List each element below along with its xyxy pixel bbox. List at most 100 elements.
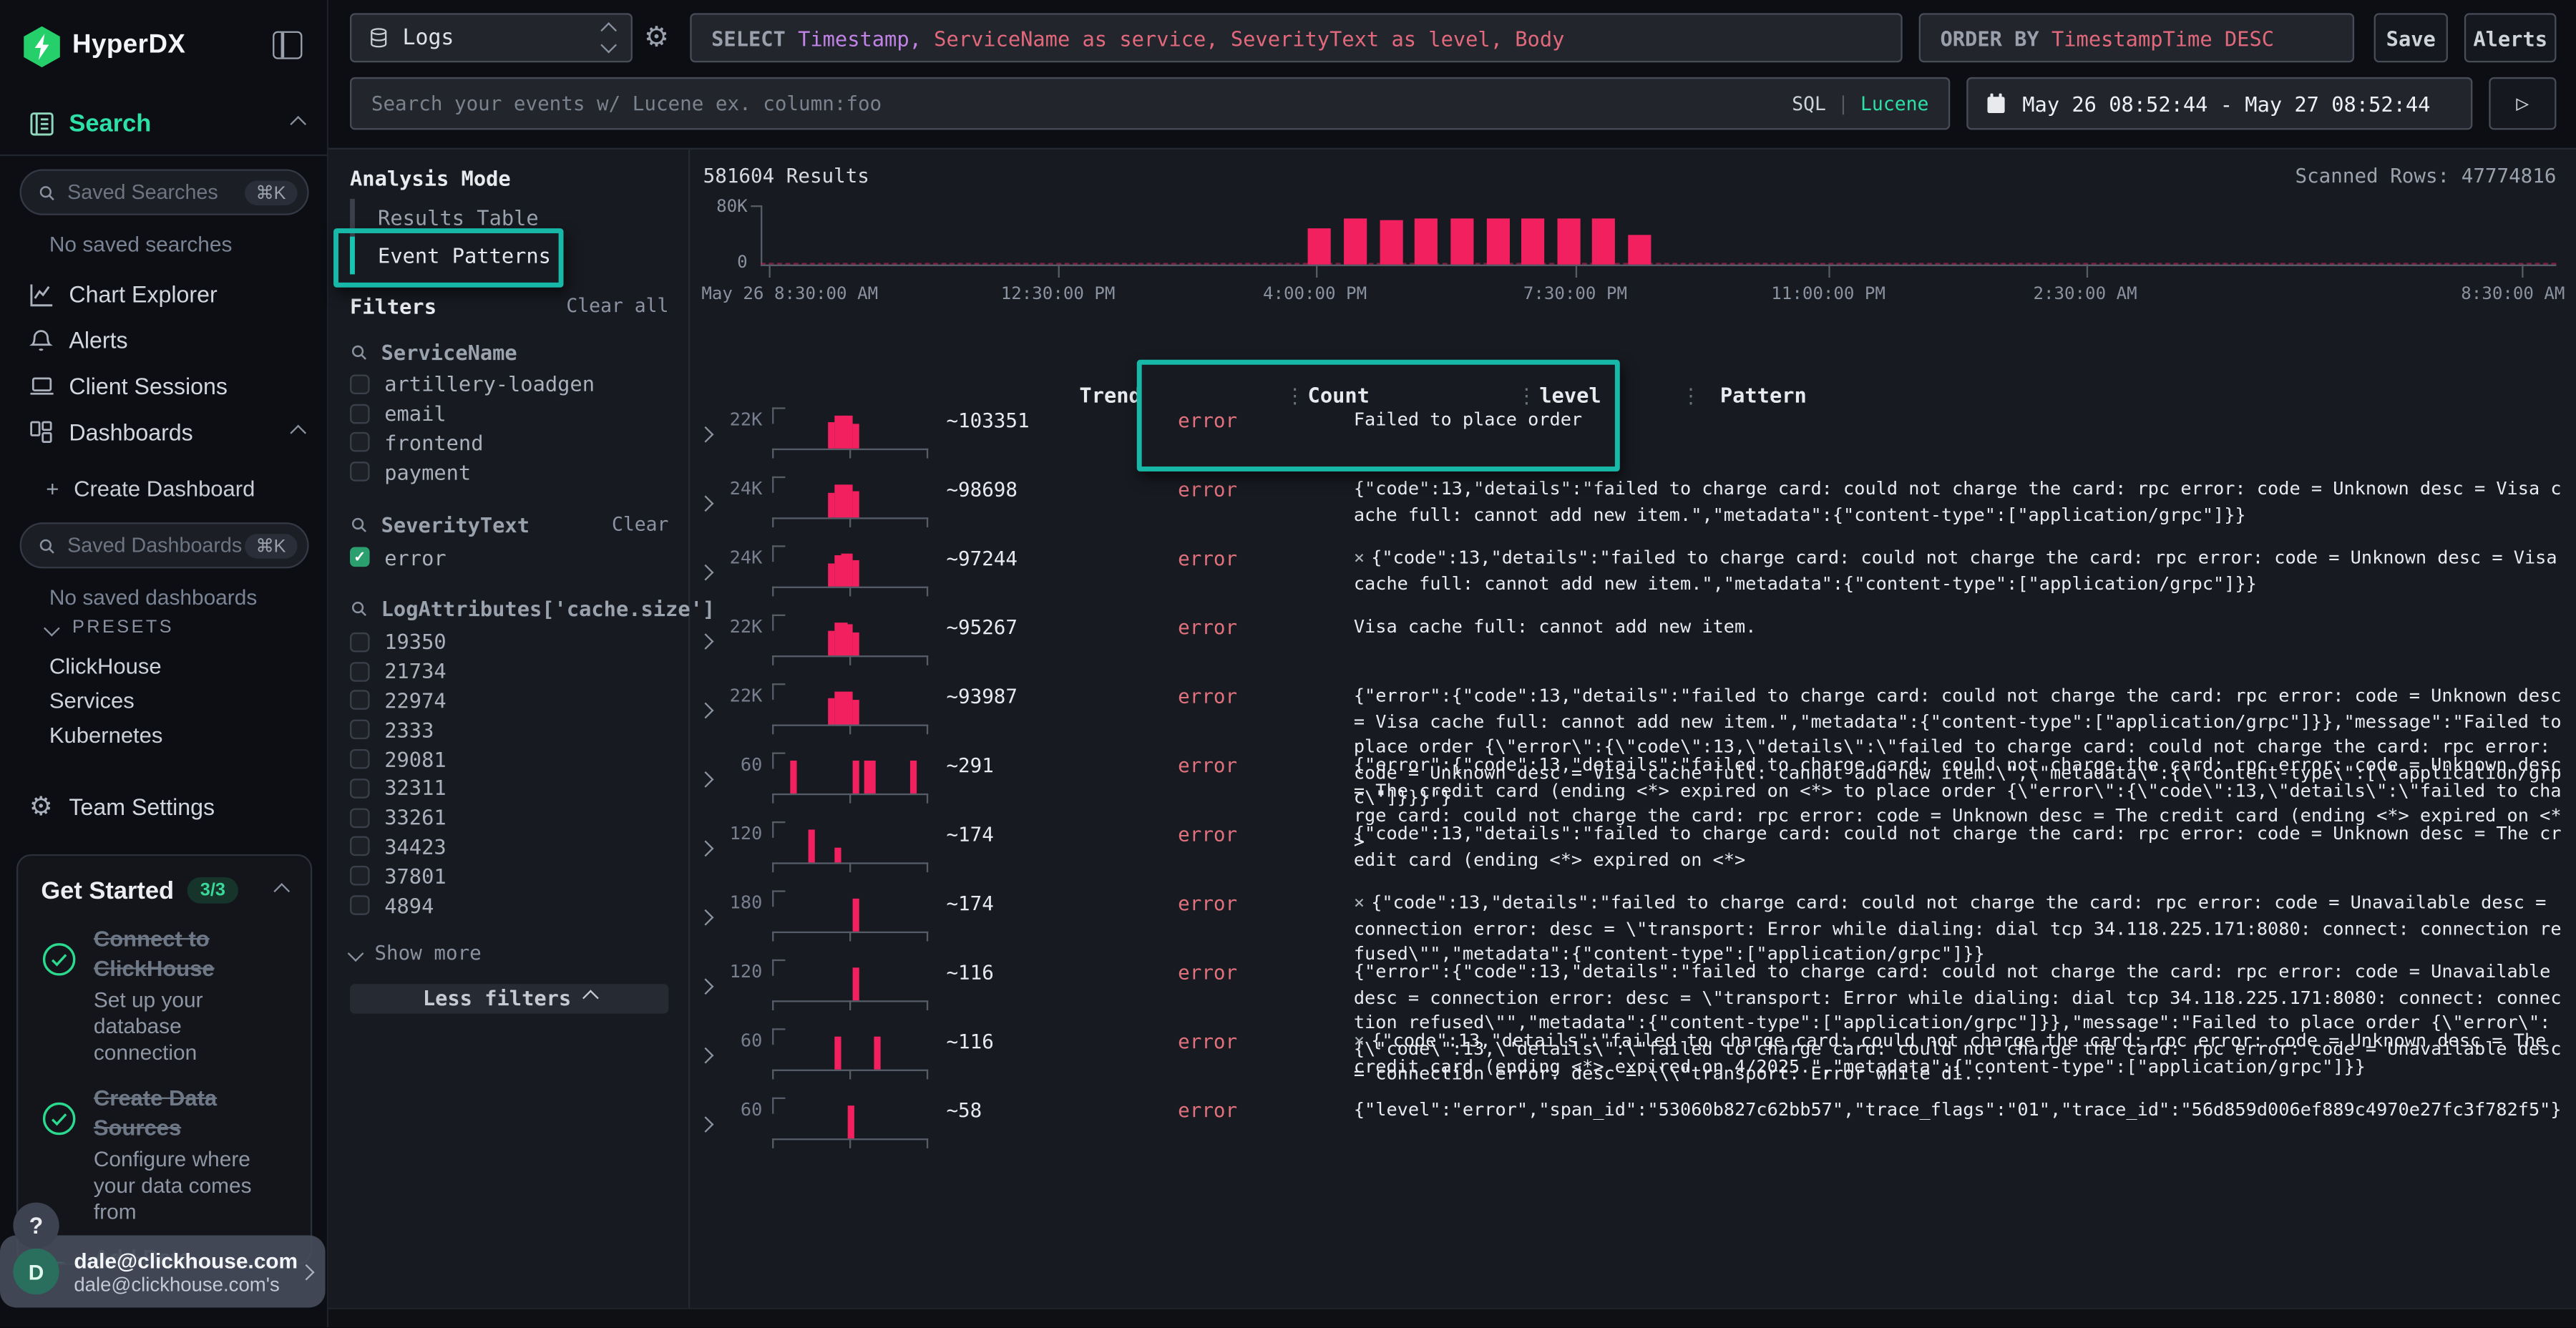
pattern-text[interactable]: {"code":13,"details":"failed to charge c… [1354, 477, 2563, 527]
filter-option[interactable]: 29081 [350, 744, 668, 773]
sql-select-input[interactable]: SELECT Timestamp, ServiceName as service… [690, 13, 1902, 62]
filter-option[interactable]: ✓error [350, 542, 668, 572]
table-row[interactable]: 22K~93987error{"error":{"code":13,"detai… [690, 678, 2576, 747]
alerts-button[interactable]: Alerts [2464, 13, 2557, 62]
filter-option[interactable]: 19350 [350, 628, 668, 657]
checkbox[interactable] [350, 404, 370, 424]
table-row[interactable]: 120~174error{"code":13,"details":"failed… [690, 816, 2576, 885]
table-row[interactable]: 24K~98698error{"code":13,"details":"fail… [690, 472, 2576, 540]
presets-toggle[interactable]: PRESETS [46, 617, 174, 638]
clear-all-filters-button[interactable]: Clear all [566, 294, 668, 318]
get-started-header[interactable]: Get Started 3/3 [41, 876, 287, 905]
histogram-bar[interactable] [1380, 220, 1402, 264]
filter-option[interactable]: email [350, 399, 668, 428]
search-icon[interactable] [350, 343, 368, 361]
histogram-bar[interactable] [1593, 219, 1616, 265]
show-more-button[interactable]: Show more [350, 939, 668, 967]
sidebar-item-search[interactable]: Search [0, 102, 327, 145]
histogram-bar[interactable] [1344, 219, 1367, 265]
checkbox[interactable] [350, 866, 370, 887]
table-row[interactable]: 60~116error×{"code":13,"details":"failed… [690, 1023, 2576, 1092]
filter-option[interactable]: frontend [350, 428, 668, 457]
checkbox[interactable] [350, 895, 370, 915]
preset-services[interactable]: Services [49, 688, 135, 713]
table-row[interactable]: 180~174error×{"code":13,"details":"faile… [690, 886, 2576, 954]
order-by-input[interactable]: ORDER BY TimestampTime DESC [1919, 13, 2354, 62]
filter-option[interactable]: payment [350, 457, 668, 487]
checkbox[interactable] [350, 808, 370, 828]
lucene-toggle[interactable]: Lucene [1860, 92, 1928, 115]
checkbox[interactable] [350, 778, 370, 799]
histogram-bar[interactable] [1486, 218, 1509, 265]
checkbox[interactable] [350, 749, 370, 769]
filter-option[interactable]: 4894 [350, 891, 668, 920]
create-dashboard-button[interactable]: +Create Dashboard [46, 477, 255, 501]
histogram-bar[interactable] [1415, 219, 1438, 265]
filter-option[interactable]: 33261 [350, 803, 668, 832]
table-row[interactable]: 24K~97244error×{"code":13,"details":"fai… [690, 540, 2576, 609]
histogram-bar[interactable] [1557, 218, 1580, 265]
chevron-up-icon[interactable] [293, 417, 304, 446]
checkbox[interactable] [350, 837, 370, 857]
checkbox[interactable] [350, 720, 370, 740]
pattern-text[interactable]: ×{"code":13,"details":"failed to charge … [1354, 1028, 2563, 1079]
help-button[interactable]: ? [13, 1203, 59, 1249]
source-select[interactable]: Logs [350, 13, 633, 62]
filter-option[interactable]: 34423 [350, 832, 668, 861]
preset-clickhouse[interactable]: ClickHouse [49, 654, 162, 678]
checkbox[interactable] [350, 374, 370, 394]
pattern-text[interactable]: ×{"code":13,"details":"failed to charge … [1354, 545, 2563, 596]
filter-option[interactable]: artillery-loadgen [350, 370, 668, 399]
sidebar-item-alerts[interactable]: Alerts [0, 318, 327, 361]
checkbox[interactable] [350, 690, 370, 711]
checkbox[interactable] [350, 462, 370, 482]
filter-option[interactable]: 2333 [350, 716, 668, 745]
run-query-button[interactable]: ▷ [2489, 77, 2556, 130]
checkbox[interactable] [350, 633, 370, 653]
event-search-input[interactable]: Search your events w/ Lucene ex. column:… [350, 77, 1950, 130]
table-row[interactable]: 22K~95267errorVisa cache full: cannot ad… [690, 610, 2576, 678]
histogram-bar[interactable] [1308, 229, 1331, 265]
histogram-bar[interactable] [1521, 219, 1544, 265]
clear-group-button[interactable]: Clear [612, 513, 668, 536]
source-settings-gear-icon[interactable]: ⚙ [644, 21, 669, 54]
user-menu[interactable]: D dale@clickhouse.com dale@clickhouse.co… [0, 1236, 326, 1308]
table-row[interactable]: 22K~103351errorFailed to place order [690, 403, 2576, 472]
get-started-item[interactable]: Connect to ClickHouse Set up your databa… [41, 925, 287, 1066]
chevron-up-icon[interactable] [276, 876, 288, 905]
chevron-up-icon[interactable] [293, 109, 304, 138]
mode-results-table[interactable]: Results Table [350, 199, 645, 237]
checkbox[interactable] [350, 433, 370, 453]
histogram-bar[interactable] [1450, 219, 1473, 265]
filter-option[interactable]: 37801 [350, 861, 668, 891]
filter-option[interactable]: 32311 [350, 773, 668, 803]
pattern-text[interactable]: Failed to place order [1354, 407, 2563, 433]
save-button[interactable]: Save [2374, 13, 2448, 62]
checkbox-checked[interactable]: ✓ [350, 547, 370, 567]
search-icon[interactable] [350, 600, 368, 618]
sql-toggle[interactable]: SQL [1792, 92, 1826, 115]
histogram-bar[interactable] [1629, 234, 1652, 264]
checkbox[interactable] [350, 662, 370, 682]
collapse-sidebar-icon[interactable] [273, 31, 302, 59]
filter-option[interactable]: 22974 [350, 686, 668, 716]
saved-dashboards-input[interactable]: Saved Dashboards ⌘K [20, 522, 309, 568]
bottom-scroll-track[interactable] [328, 1308, 2576, 1328]
table-row[interactable]: 60~291error{"error":{"code":13,"details"… [690, 748, 2576, 816]
preset-kubernetes[interactable]: Kubernetes [49, 723, 163, 747]
mode-event-patterns[interactable]: Event Patterns [350, 237, 645, 275]
filter-option[interactable]: 21734 [350, 657, 668, 686]
get-started-item[interactable]: Create Data Sources Configure where your… [41, 1084, 287, 1225]
sidebar-item-team-settings[interactable]: ⚙ Team Settings [0, 785, 327, 828]
pattern-text[interactable]: Visa cache full: cannot add new item. [1354, 615, 2563, 640]
sidebar-item-client-sessions[interactable]: Client Sessions [0, 365, 327, 408]
pattern-text[interactable]: {"level":"error","span_id":"53060b827c62… [1354, 1098, 2563, 1123]
date-range-picker[interactable]: May 26 08:52:44 - May 27 08:52:44 [1966, 77, 2472, 130]
sidebar-item-dashboards[interactable]: Dashboards [0, 411, 327, 454]
table-row[interactable]: 60~58error{"level":"error","span_id":"53… [690, 1093, 2576, 1161]
search-icon[interactable] [350, 515, 368, 533]
sidebar-item-chart-explorer[interactable]: Chart Explorer [0, 273, 327, 316]
pattern-text[interactable]: {"code":13,"details":"failed to charge c… [1354, 821, 2563, 872]
less-filters-button[interactable]: Less filters [350, 984, 668, 1013]
results-histogram[interactable]: 80K 0 May 26 8:30:00 AM12:30:00 PM4:00:0… [761, 205, 2556, 265]
